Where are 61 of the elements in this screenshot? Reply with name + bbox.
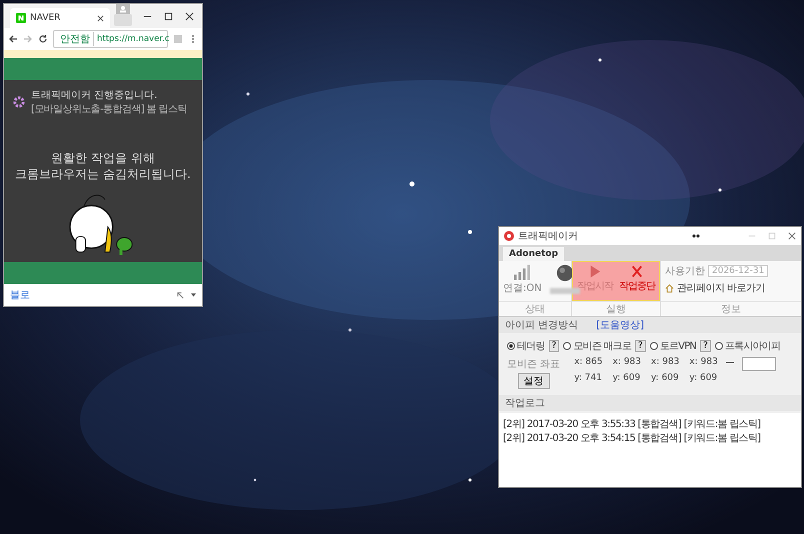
back-arrow-icon[interactable] (8, 34, 18, 44)
admin-link[interactable]: 관리페이지 바로가기 (677, 281, 766, 295)
status-detail: [모바일상위노출-통합검색] 봄 립스틱 (31, 103, 187, 116)
radio-button[interactable] (650, 342, 658, 350)
section-title: 작업로그 (505, 397, 545, 410)
log-entry: [2위] 2017-03-20 오후 3:55:33 [통합검색] [키워드:봄 립스틱] (503, 418, 762, 431)
coordinate-value: y: 609 (689, 373, 718, 383)
coordinate-value: x: 983 (689, 357, 718, 367)
maximize-icon[interactable] (164, 12, 173, 20)
close-icon[interactable] (97, 14, 104, 22)
house-icon (665, 284, 674, 292)
browser-tab[interactable]: NAVER (10, 8, 110, 28)
option-label[interactable]: 테더링 (517, 339, 545, 353)
group-label: 정보 (661, 301, 801, 316)
app-logo-icon (504, 231, 514, 241)
option-label[interactable]: 프록시아이피 (724, 339, 780, 353)
diagonal-arrow-icon[interactable] (176, 290, 185, 300)
connection-status: 연결:ON (503, 282, 542, 295)
option-label[interactable]: 모비즌 매크로 (573, 339, 631, 353)
security-label: 안전함 (60, 32, 94, 46)
help-button[interactable]: ? (700, 340, 711, 352)
x-icon (631, 264, 643, 279)
coords-label: 모비즌 좌표 (507, 358, 560, 371)
blog-link[interactable]: 블로 (10, 288, 30, 302)
gear-icon (12, 95, 26, 109)
notice-text: 크롬브라우저는 숨김처리됩니다. (15, 166, 191, 182)
signal-bars-icon (513, 264, 532, 280)
coordinate-value: y: 609 (612, 373, 641, 383)
coordinate-value: y: 741 (574, 373, 603, 383)
group-label: 실행 (572, 301, 660, 316)
radio-button[interactable] (714, 342, 723, 350)
notice-text: 원활한 작업을 위해 (51, 150, 155, 166)
close-icon[interactable] (788, 232, 796, 240)
url-text: https://m.naver.c (97, 34, 170, 44)
radio-button[interactable] (507, 342, 515, 350)
coordinate-value: x: 983 (651, 357, 680, 367)
option-label[interactable]: 토르VPN (660, 339, 696, 353)
naver-logo-icon (16, 13, 26, 23)
coordinate-value: x: 983 (612, 357, 641, 367)
play-icon (589, 264, 601, 279)
coordinate-value: x: 865 (574, 357, 603, 367)
radio-button[interactable] (563, 342, 572, 350)
help-button[interactable]: ? (548, 340, 560, 352)
close-icon[interactable] (185, 12, 194, 20)
window-title: 트래픽메이커 (518, 230, 578, 243)
section-title: 아이피 변경방식 (505, 319, 578, 332)
expiry-label: 사용기한 (665, 265, 705, 278)
ribbon-tab[interactable]: Adonetop (503, 247, 564, 261)
coordinate-value: y: 609 (651, 373, 680, 383)
reload-icon[interactable] (38, 34, 48, 44)
help-button[interactable]: ? (634, 340, 646, 352)
group-label: 상태 (499, 301, 571, 316)
settings-button[interactable]: 설정 (518, 373, 550, 389)
input-field[interactable] (742, 357, 776, 371)
status-title: 트래픽메이커 진행중입니다. (31, 89, 158, 102)
log-entry: [2위] 2017-03-20 오후 3:54:15 [통합검색] [키워드:봄 립스틱] (503, 432, 762, 445)
dash-mark (726, 362, 734, 363)
sphere-icon (556, 264, 574, 282)
help-video-link[interactable]: [도움영상] (596, 318, 644, 332)
dots-icon (692, 234, 700, 238)
scroll-down-icon[interactable] (191, 293, 196, 297)
